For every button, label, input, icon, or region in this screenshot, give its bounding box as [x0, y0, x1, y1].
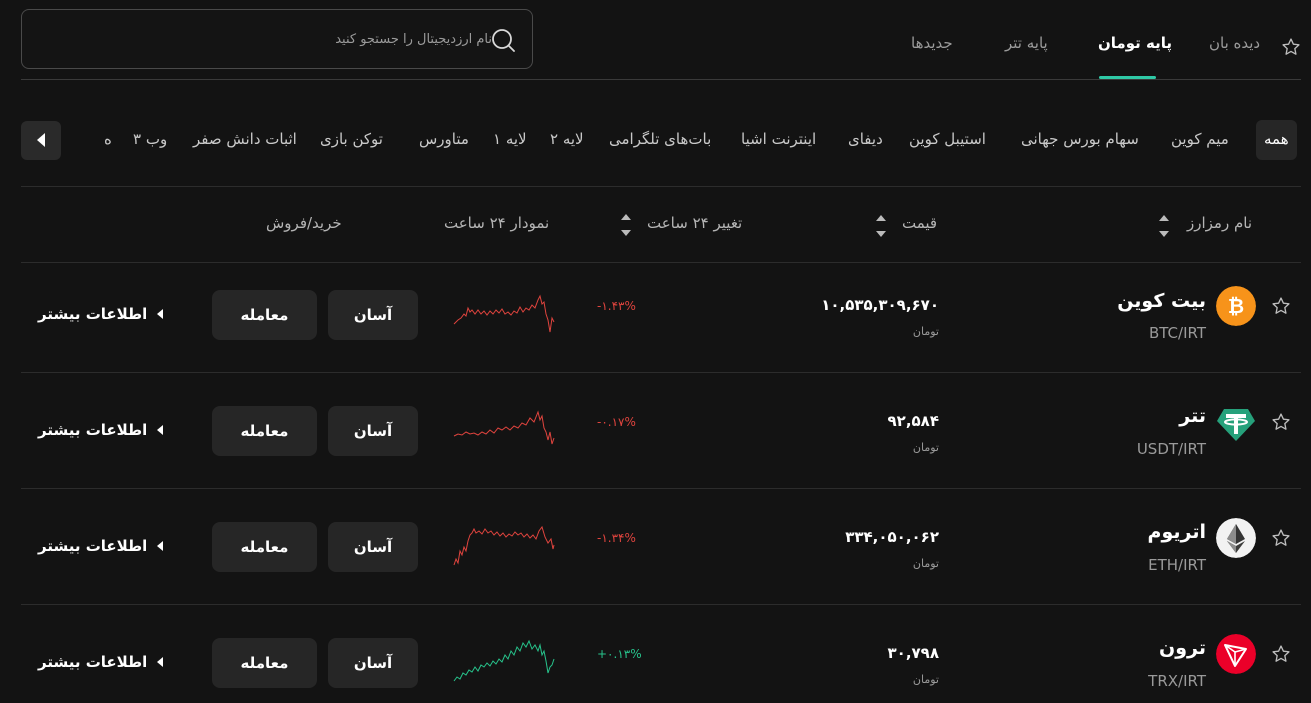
sparkline-chart — [453, 410, 555, 445]
bitcoin-icon: ₿ — [1216, 286, 1256, 326]
sort-icon[interactable] — [1158, 211, 1170, 241]
table-row[interactable]: تتر USDT/IRT ۹۲,۵۸۴ تومان -۰.۱۷% آسان مع… — [0, 373, 1311, 489]
tab-new[interactable]: جدیدها — [911, 34, 953, 52]
header-change[interactable]: تغییر ۲۴ ساعت — [647, 214, 742, 232]
coin-price: ۳۳۴,۰۵۰,۰۶۲ — [845, 528, 939, 546]
category-gaming-token[interactable]: توکن بازی — [320, 130, 383, 148]
header-trade: خرید/فروش — [266, 214, 342, 232]
category-stablecoin[interactable]: استیبل کوین — [909, 130, 986, 148]
category-bar: همه میم کوین سهام بورس جهانی استیبل کوین… — [0, 120, 1311, 162]
more-info-link[interactable]: اطلاعات بیشتر — [38, 537, 164, 555]
more-info-label: اطلاعات بیشتر — [38, 305, 148, 323]
star-icon[interactable] — [1271, 412, 1291, 432]
change-24h: -۰.۱۷% — [597, 415, 636, 429]
star-icon[interactable] — [1271, 296, 1291, 316]
caret-left-icon — [157, 657, 164, 667]
search-icon — [492, 29, 515, 52]
table-row[interactable]: اتریوم ETH/IRT ۳۳۴,۰۵۰,۰۶۲ تومان -۱.۳۴% … — [0, 489, 1311, 605]
tron-icon — [1216, 634, 1256, 674]
change-24h: -۱.۴۳% — [597, 299, 636, 313]
coin-name: بیت کوین — [1117, 290, 1206, 312]
price-unit: تومان — [912, 325, 939, 338]
category-scroll-button[interactable] — [21, 121, 61, 160]
category-iot[interactable]: اینترنت اشیا — [741, 130, 816, 148]
more-info-label: اطلاعات بیشتر — [38, 653, 148, 671]
category-telegram-bots[interactable]: بات‌های تلگرامی — [609, 130, 711, 148]
header-name[interactable]: نام رمزارز — [1187, 214, 1252, 232]
tab-toman-base[interactable]: پایه تومان — [1098, 34, 1172, 52]
category-web3[interactable]: وب ۳ — [133, 130, 167, 148]
coin-price: ۱۰,۵۳۵,۳۰۹,۶۷۰ — [821, 296, 939, 314]
easy-buy-button[interactable]: آسان — [328, 290, 418, 340]
caret-left-icon — [157, 425, 164, 435]
star-icon[interactable] — [1281, 37, 1301, 57]
more-info-link[interactable]: اطلاعات بیشتر — [38, 421, 164, 439]
caret-left-icon — [157, 309, 164, 319]
table-row[interactable]: ₿ بیت کوین BTC/IRT ۱۰,۵۳۵,۳۰۹,۶۷۰ تومان … — [0, 262, 1311, 378]
trade-button[interactable]: معامله — [212, 522, 317, 572]
caret-left-icon — [37, 133, 45, 147]
price-unit: تومان — [912, 441, 939, 454]
trade-button[interactable]: معامله — [212, 406, 317, 456]
ethereum-icon — [1216, 518, 1256, 558]
more-info-link[interactable]: اطلاعات بیشتر — [38, 653, 164, 671]
tether-icon — [1217, 409, 1255, 441]
category-more[interactable]: ه — [104, 130, 112, 148]
tab-tether-base[interactable]: پایه تتر — [1005, 34, 1048, 52]
star-icon[interactable] — [1271, 528, 1291, 548]
divider — [21, 186, 1301, 187]
header-chart: نمودار ۲۴ ساعت — [444, 214, 550, 232]
coin-pair: TRX/IRT — [1148, 672, 1206, 690]
change-24h: -۱.۳۴% — [597, 531, 636, 545]
category-layer2[interactable]: لایه ۲ — [550, 130, 584, 148]
category-defi[interactable]: دیفای — [848, 130, 883, 148]
easy-buy-button[interactable]: آسان — [328, 522, 418, 572]
easy-buy-button[interactable]: آسان — [328, 638, 418, 688]
coin-pair: BTC/IRT — [1148, 324, 1206, 342]
trade-button[interactable]: معامله — [212, 290, 317, 340]
category-layer1[interactable]: لایه ۱ — [493, 130, 527, 148]
svg-text:₿: ₿ — [1228, 294, 1244, 318]
coin-name: ترون — [1159, 637, 1206, 659]
category-zk-proof[interactable]: اثبات دانش صفر — [193, 130, 297, 148]
more-info-link[interactable]: اطلاعات بیشتر — [38, 305, 164, 323]
sparkline-chart — [453, 294, 555, 333]
header-price[interactable]: قیمت — [902, 214, 937, 232]
star-icon[interactable] — [1271, 644, 1291, 664]
sort-icon[interactable] — [620, 210, 632, 240]
price-unit: تومان — [912, 673, 939, 686]
table-row[interactable]: ترون TRX/IRT ۳۰,۷۹۸ تومان +۰.۱۳% آسان مع… — [0, 605, 1311, 703]
coin-price: ۳۰,۷۹۸ — [887, 644, 939, 662]
category-all[interactable]: همه — [1256, 120, 1297, 160]
category-meme[interactable]: میم کوین — [1171, 130, 1229, 148]
sort-icon[interactable] — [875, 211, 887, 241]
price-unit: تومان — [912, 557, 939, 570]
coin-name: تتر — [1179, 405, 1206, 427]
search-box[interactable] — [21, 9, 533, 69]
more-info-label: اطلاعات بیشتر — [38, 537, 148, 555]
sparkline-chart — [453, 525, 555, 566]
search-input[interactable] — [36, 10, 492, 68]
tab-watchlist[interactable]: دیده بان — [1209, 34, 1260, 52]
coin-pair: ETH/IRT — [1148, 556, 1206, 574]
category-metaverse[interactable]: متاورس — [419, 130, 469, 148]
coin-price: ۹۲,۵۸۴ — [887, 412, 939, 430]
trade-button[interactable]: معامله — [212, 638, 317, 688]
more-info-label: اطلاعات بیشتر — [38, 421, 148, 439]
coin-pair: USDT/IRT — [1136, 440, 1206, 458]
category-global-stocks[interactable]: سهام بورس جهانی — [1021, 130, 1139, 148]
coin-name: اتریوم — [1147, 521, 1206, 543]
divider — [21, 79, 1301, 80]
sparkline-chart — [453, 639, 555, 682]
change-24h: +۰.۱۳% — [597, 647, 642, 661]
caret-left-icon — [157, 541, 164, 551]
easy-buy-button[interactable]: آسان — [328, 406, 418, 456]
